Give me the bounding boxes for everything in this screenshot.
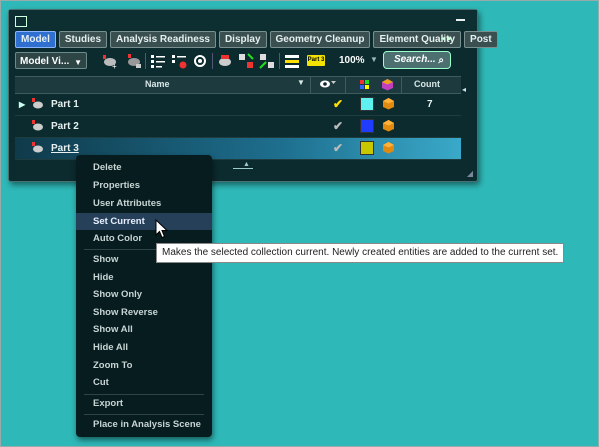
mouse-cursor-icon — [155, 219, 169, 239]
tab-scroll-arrows-icon[interactable]: ◂▸ — [441, 33, 454, 44]
show-components-icon[interactable] — [237, 52, 255, 70]
tab-post[interactable]: Post — [464, 31, 498, 48]
menu-item-cut[interactable]: Cut — [76, 374, 212, 391]
search-placeholder: Search... — [394, 54, 436, 65]
grid-header: Name ▼ Count — [15, 76, 461, 94]
visibility-check-icon[interactable]: ✔ — [333, 141, 343, 155]
panel-grip-icon[interactable] — [15, 16, 27, 27]
part-name: Part 2 — [51, 121, 79, 132]
material-column-icon[interactable] — [381, 78, 394, 91]
color-column-icon[interactable] — [360, 80, 370, 90]
toolbar: Model Vi... ▼ + Part 3 100% ▼ Search... … — [15, 50, 473, 74]
hide-components-icon[interactable] — [258, 52, 276, 70]
search-input[interactable]: Search... ⌕ — [383, 51, 451, 69]
tab-analysis-readiness[interactable]: Analysis Readiness — [110, 31, 216, 48]
filter-icon[interactable]: ▼ — [297, 78, 305, 87]
menu-item-export[interactable]: Export — [76, 395, 212, 412]
tab-model[interactable]: Model — [15, 31, 56, 48]
svg-text:+: + — [112, 62, 117, 70]
tab-bar: Model Studies Analysis Readiness Display… — [15, 31, 498, 48]
resize-grip-icon[interactable]: ◢ — [467, 169, 473, 178]
column-header-count[interactable]: Count — [414, 79, 440, 89]
refresh-icon[interactable] — [191, 52, 209, 70]
table-row[interactable]: Part 2 ✔ — [15, 116, 461, 138]
menu-separator — [84, 414, 204, 415]
side-panel-arrow-icon[interactable]: ◂ — [462, 85, 466, 94]
toolbar-separator — [212, 53, 213, 69]
part-icon — [32, 120, 43, 131]
footer-divider — [233, 168, 253, 169]
color-swatch[interactable] — [360, 119, 374, 133]
material-cube-icon[interactable] — [382, 141, 395, 154]
tooltip: Makes the selected collection current. N… — [156, 243, 565, 263]
toolbar-separator — [279, 53, 280, 69]
tab-studies[interactable]: Studies — [58, 31, 108, 48]
model-view-dropdown[interactable]: Model Vi... ▼ — [15, 52, 87, 69]
menu-item-hide[interactable]: Hide — [76, 269, 212, 286]
table-row[interactable]: ▶ Part 1 ✔ 7 — [15, 94, 461, 116]
menu-item-show-all[interactable]: Show All — [76, 321, 212, 338]
part-icon — [32, 98, 43, 109]
column-divider — [310, 77, 311, 93]
search-icon: ⌕ — [438, 55, 444, 66]
collapse-panel-icon[interactable]: ▲ — [243, 161, 250, 168]
part-name: Part 1 — [51, 99, 79, 110]
model-view-label: Model Vi... — [20, 56, 70, 67]
visibility-check-icon[interactable]: ✔ — [333, 97, 343, 111]
tab-display[interactable]: Display — [218, 31, 267, 48]
menu-item-user-attributes[interactable]: User Attributes — [76, 195, 212, 212]
create-assembly-icon[interactable] — [125, 52, 143, 70]
zoom-dropdown-icon[interactable]: ▼ — [370, 55, 378, 64]
context-menu: Delete Properties User Attributes Set Cu… — [76, 155, 212, 437]
column-divider — [401, 77, 402, 93]
menu-item-place-in-analysis-scene[interactable]: Place in Analysis Scene — [76, 416, 212, 433]
color-swatch[interactable] — [360, 141, 374, 155]
tab-geometry-cleanup[interactable]: Geometry Cleanup — [269, 31, 371, 48]
menu-item-zoom-to[interactable]: Zoom To — [76, 357, 212, 374]
part-icon — [32, 142, 43, 153]
list-view-icon[interactable] — [149, 52, 167, 70]
list-filter-icon[interactable] — [170, 52, 188, 70]
menu-item-delete[interactable]: Delete — [76, 159, 212, 176]
color-swatch[interactable] — [360, 97, 374, 111]
expand-arrow-icon[interactable]: ▶ — [19, 100, 25, 109]
menu-item-set-current[interactable]: Set Current — [76, 213, 212, 230]
columns-icon[interactable] — [283, 52, 301, 70]
column-divider — [345, 77, 346, 93]
menu-item-properties[interactable]: Properties — [76, 177, 212, 194]
menu-item-show-only[interactable]: Show Only — [76, 286, 212, 303]
visibility-column-icon[interactable] — [319, 78, 337, 90]
zoom-level[interactable]: 100% — [339, 55, 365, 66]
visibility-check-icon[interactable]: ✔ — [333, 119, 343, 133]
current-part-badge[interactable]: Part 3 — [307, 55, 325, 66]
minimize-icon[interactable] — [456, 19, 465, 21]
menu-item-show-reverse[interactable]: Show Reverse — [76, 304, 212, 321]
toolbar-separator — [145, 53, 146, 69]
part-count: 7 — [427, 99, 433, 110]
menu-item-hide-all[interactable]: Hide All — [76, 339, 212, 356]
part-name: Part 3 — [51, 143, 79, 154]
column-header-name[interactable]: Name — [145, 79, 170, 89]
material-cube-icon[interactable] — [382, 119, 395, 132]
material-cube-icon[interactable] — [382, 97, 395, 110]
chevron-down-icon: ▼ — [74, 58, 82, 67]
panel-titlebar[interactable] — [9, 10, 477, 30]
isolate-icon[interactable] — [216, 52, 234, 70]
create-part-icon[interactable]: + — [101, 52, 119, 70]
